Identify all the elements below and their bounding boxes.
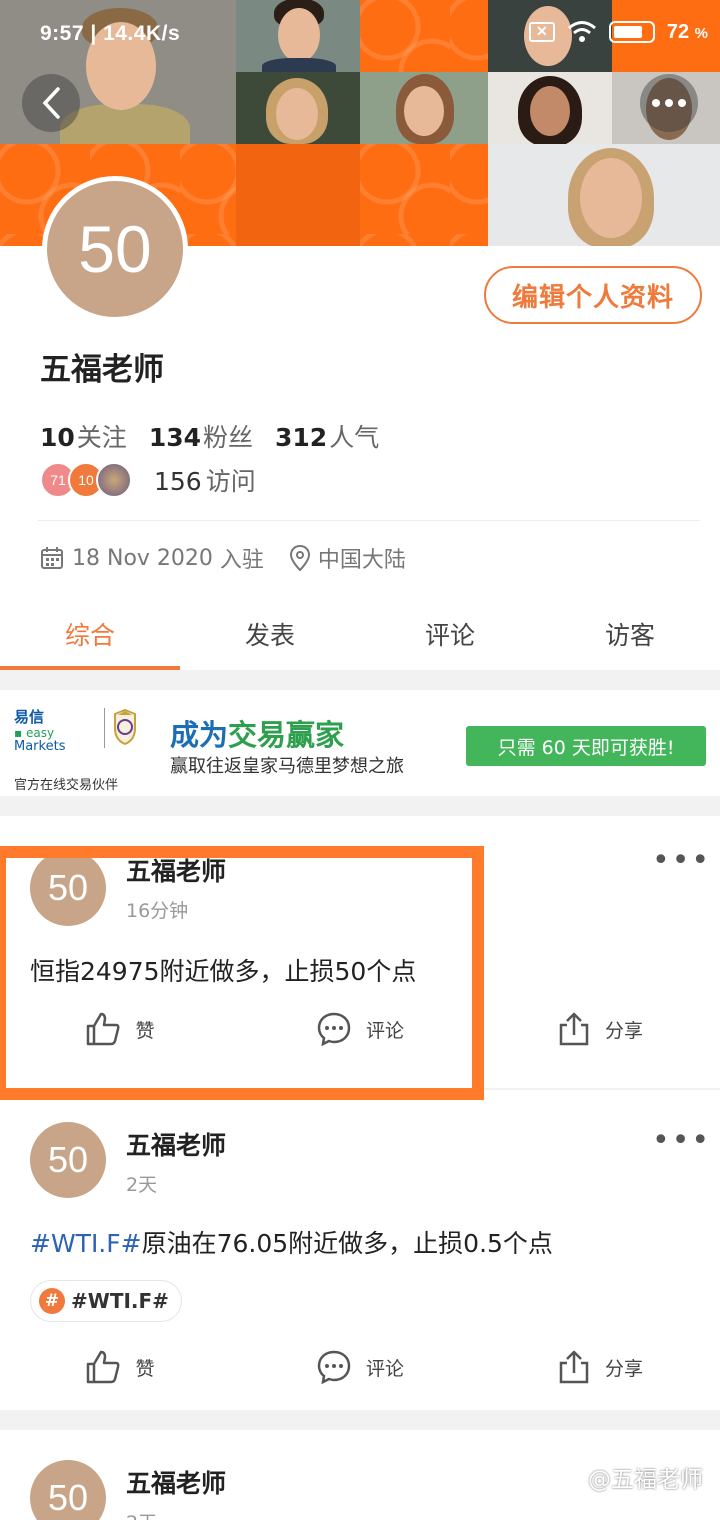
hashtag-link[interactable]: #WTI.F# <box>30 1229 142 1258</box>
banner-photo <box>488 144 720 246</box>
profile-avatar[interactable]: 50 <box>42 176 188 322</box>
comment-button[interactable]: 评论 <box>240 1004 480 1054</box>
partner-text: 官方在线交易伙伴 <box>14 778 119 793</box>
post-card[interactable]: 50 五福老师 16分钟 ••• 恒指24975附近做多，止损50个点 赞 评论… <box>0 816 720 1088</box>
banner-tile <box>360 144 488 246</box>
post-time: 16分钟 <box>126 900 189 922</box>
tab-overview[interactable]: 综合 <box>0 600 180 670</box>
club-crest-icon <box>104 708 138 748</box>
hashtag-icon: # <box>39 1288 65 1314</box>
profile-meta: 18 Nov 2020 入驻 中国大陆 <box>40 542 406 574</box>
joined-label: 入驻 <box>219 548 264 573</box>
following-stat[interactable]: 10关注 <box>40 418 127 454</box>
more-dots-icon <box>652 99 686 107</box>
post-time: 2天 <box>126 1174 158 1196</box>
post-text[interactable]: 恒指24975附近做多，止损50个点 <box>30 952 416 988</box>
joined-date: 18 Nov 2020 <box>72 545 213 571</box>
post-card[interactable]: 50 五福老师 2天 ••• #WTI.F#原油在76.05附近做多，止损0.5… <box>0 1090 720 1410</box>
ad-title: 成为交易赢家 <box>170 718 345 752</box>
battery-level: 72 <box>666 20 690 43</box>
sim-icon: ✕ <box>528 22 555 42</box>
post-author[interactable]: 五福老师 <box>126 1126 226 1162</box>
location-pin-icon <box>289 545 310 571</box>
ad-subtitle: 赢取往返皇家马德里梦想之旅 <box>170 756 404 777</box>
post-more-icon[interactable]: ••• <box>652 1126 711 1156</box>
post-more-icon[interactable]: ••• <box>652 846 711 876</box>
share-icon <box>559 1350 589 1384</box>
banner-tile <box>236 144 360 246</box>
tab-posts[interactable]: 发表 <box>180 600 360 670</box>
divider <box>38 520 700 521</box>
like-button[interactable]: 赞 <box>0 1004 240 1054</box>
status-time: 9:57 <box>40 22 85 45</box>
comment-bubble-icon <box>317 1012 351 1047</box>
chevron-left-icon <box>42 87 60 119</box>
location: 中国大陆 <box>317 548 406 573</box>
ad-cta-button[interactable]: 只需 60 天即可获胜! <box>466 726 706 766</box>
post-actions: 赞 评论 分享 <box>0 1004 720 1054</box>
banner-photo <box>488 72 612 144</box>
post-text[interactable]: #WTI.F#原油在76.05附近做多，止损0.5个点 <box>30 1224 553 1260</box>
share-icon <box>559 1012 589 1046</box>
post-avatar[interactable]: 50 <box>30 1122 106 1198</box>
tab-visitors[interactable]: 访客 <box>540 600 720 670</box>
post-time: 2天 <box>126 1508 157 1520</box>
comment-bubble-icon <box>317 1350 351 1385</box>
tab-comments[interactable]: 评论 <box>360 600 540 670</box>
wifi-icon <box>567 21 596 42</box>
visitor-avatar <box>96 462 132 498</box>
comment-button[interactable]: 评论 <box>240 1342 480 1392</box>
weibo-logo-icon <box>566 1472 587 1490</box>
post-author[interactable]: 五福老师 <box>126 1464 226 1500</box>
back-button[interactable] <box>22 74 80 132</box>
brand-logo: 易信 ▪ easy Markets 官方在线交易伙伴 <box>14 706 138 793</box>
fans-stat[interactable]: 134粉丝 <box>149 418 253 454</box>
visits-label: 访问 <box>205 467 256 496</box>
status-bar: 9:57 | 14.4K/s ✕ 72 % <box>40 20 708 46</box>
post-actions: 赞 评论 分享 <box>0 1342 720 1392</box>
banner-photo <box>360 72 488 144</box>
topic-chip[interactable]: # #WTI.F# <box>30 1280 182 1322</box>
thumbs-up-icon <box>87 1350 120 1384</box>
thumbs-up-icon <box>87 1012 120 1046</box>
profile-name: 五福老师 <box>40 352 164 388</box>
visits-count: 156 <box>154 467 202 496</box>
watermark: @五福老师 <box>566 1460 703 1494</box>
more-options-button[interactable] <box>640 74 698 132</box>
banner-photo <box>236 72 360 144</box>
battery-icon <box>608 21 655 43</box>
like-button[interactable]: 赞 <box>0 1342 240 1392</box>
share-button[interactable]: 分享 <box>480 1342 720 1392</box>
post-avatar[interactable]: 50 <box>30 850 106 926</box>
profile-tabs: 综合 发表 评论 访客 <box>0 600 720 670</box>
post-author[interactable]: 五福老师 <box>126 852 226 888</box>
profile-stats: 10关注 134粉丝 312人气 <box>40 418 379 454</box>
recent-visitors[interactable]: 71 10 156 访问 <box>40 462 256 498</box>
edit-profile-button[interactable]: 编辑个人资料 <box>484 266 702 324</box>
post-avatar[interactable]: 50 <box>30 1460 106 1520</box>
share-button[interactable]: 分享 <box>480 1004 720 1054</box>
battery-unit: % <box>694 24 708 42</box>
network-speed: 14.4K/s <box>103 22 181 45</box>
popularity-stat: 312人气 <box>275 423 380 452</box>
calendar-icon <box>41 547 63 569</box>
